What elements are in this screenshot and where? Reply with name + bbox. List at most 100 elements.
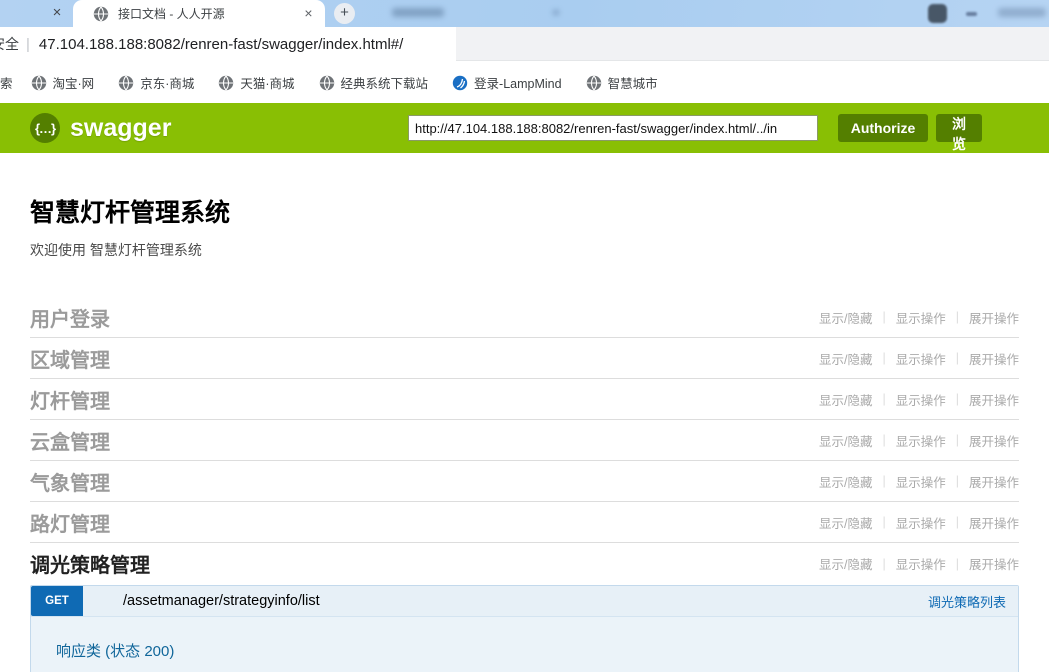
window-controls-blur <box>998 8 1046 17</box>
bookmark-label: 经典系统下载站 <box>341 73 429 92</box>
swagger-url-input[interactable] <box>408 115 818 141</box>
bookmark-partial[interactable]: 索 <box>0 73 13 92</box>
expand-operations-link[interactable]: 展开操作 <box>969 308 1019 327</box>
swagger-logo-icon: {…} <box>30 113 60 143</box>
operation-path[interactable]: /assetmanager/strategyinfo/list <box>123 593 928 609</box>
link-separator: | <box>882 557 885 571</box>
resource-links: 显示/隐藏 | 显示操作 | 展开操作 <box>819 308 1019 327</box>
resource-list: 用户登录 显示/隐藏 | 显示操作 | 展开操作 区域管理 显示/隐藏 | 显示操作 | 展开操… <box>30 297 1019 672</box>
swagger-content: 智慧灯杆管理系统 欢迎使用 智慧灯杆管理系统 用户登录 显示/隐藏|显示操作|展… <box>0 153 1049 672</box>
expand-operations-link[interactable]: 展开操作 <box>969 431 1019 450</box>
bookmark-globe-icon <box>319 75 335 91</box>
link-separator: | <box>956 310 959 324</box>
link-separator: | <box>882 310 885 324</box>
list-operations-link[interactable]: 显示操作 <box>896 390 946 409</box>
link-separator: | <box>882 351 885 365</box>
show-hide-link[interactable]: 显示/隐藏 <box>819 554 872 573</box>
show-hide-link[interactable]: 显示/隐藏 <box>819 513 872 532</box>
globe-favicon-icon <box>93 6 109 22</box>
blurred-dot <box>553 10 559 15</box>
bookmark-globe-icon <box>31 75 47 91</box>
tab-title: 接口文档 - 人人开源 <box>118 5 300 22</box>
operation-heading[interactable]: GET /assetmanager/strategyinfo/list 调光策略… <box>31 586 1018 616</box>
expand-operations-link[interactable]: 展开操作 <box>969 554 1019 573</box>
close-icon[interactable]: × <box>300 5 317 22</box>
swagger-header: {…} swagger Authorize 浏览 <box>0 103 1049 153</box>
resource-row-streetlight: 路灯管理 显示/隐藏 | 显示操作 | 展开操作 <box>30 502 1019 543</box>
response-class-heading[interactable]: 响应类 (状态 200) <box>56 640 1018 661</box>
link-separator: | <box>882 515 885 529</box>
show-hide-link[interactable]: 显示/隐藏 <box>819 308 872 327</box>
operation-summary-link[interactable]: 调光策略列表 <box>928 592 1006 611</box>
close-icon[interactable]: × <box>48 4 66 22</box>
link-separator: | <box>882 392 885 406</box>
list-operations-link[interactable]: 显示操作 <box>896 472 946 491</box>
resource-links: 显示/隐藏 | 显示操作 | 展开操作 <box>819 390 1019 409</box>
list-operations-link[interactable]: 显示操作 <box>896 308 946 327</box>
tab-api-doc[interactable]: 接口文档 - 人人开源 × <box>73 0 325 27</box>
list-operations-link[interactable]: 显示操作 <box>896 349 946 368</box>
resource-links: 显示/隐藏|显示操作|展开操作 <box>819 431 1019 450</box>
resource-title[interactable]: 用户登录 <box>30 303 110 332</box>
expand-operations-link[interactable]: 展开操作 <box>969 349 1019 368</box>
bookmark-globe-icon <box>586 75 602 91</box>
resource-title[interactable]: 云盒管理 <box>30 426 110 455</box>
show-hide-link[interactable]: 显示/隐藏 <box>819 349 872 368</box>
show-hide-link[interactable]: 显示/隐藏 <box>819 390 872 409</box>
show-hide-link[interactable]: 显示/隐藏 <box>819 431 872 450</box>
bookmark-tmall[interactable]: 天猫·商城 <box>218 73 294 92</box>
resource-title[interactable]: 气象管理 <box>30 467 110 496</box>
swagger-logo-text: swagger <box>70 114 171 143</box>
list-operations-link[interactable]: 显示操作 <box>896 554 946 573</box>
bookmark-label: 京东·商城 <box>140 73 194 92</box>
resource-links: 显示/隐藏 | 显示操作 | 展开操作 <box>819 554 1019 573</box>
address-url[interactable]: 47.104.188.188:8082/renren-fast/swagger/… <box>39 36 403 53</box>
lampmind-icon <box>452 75 468 91</box>
link-separator: | <box>956 474 959 488</box>
list-operations-link[interactable]: 显示操作 <box>896 431 946 450</box>
resource-row-lamppole: 灯杆管理 显示/隐藏 | 显示操作 | 展开操作 <box>30 379 1019 420</box>
swagger-logo[interactable]: {…} swagger <box>30 113 171 143</box>
bookmark-globe-icon <box>218 75 234 91</box>
bookmark-globe-icon <box>118 75 134 91</box>
minimize-icon[interactable] <box>966 12 977 16</box>
link-separator: | <box>956 433 959 447</box>
link-separator: | <box>956 392 959 406</box>
security-label: 安全 <box>0 34 19 54</box>
resource-title[interactable]: 区域管理 <box>30 344 110 373</box>
new-tab-icon[interactable]: + <box>334 3 355 24</box>
bookmark-smart-city[interactable]: 智慧城市 <box>586 73 658 92</box>
expand-operations-link[interactable]: 展开操作 <box>969 472 1019 491</box>
bookmark-lampmind[interactable]: 登录-LampMind <box>452 73 562 92</box>
bookmarks-bar: 索 淘宝·网 京东·商城 天猫·商城 经典系统下载站 登录-LampMind 智… <box>0 62 1049 103</box>
bookmark-label: 天猫·商城 <box>240 73 294 92</box>
address-bar[interactable]: 安全 | 47.104.188.188:8082/renren-fast/swa… <box>0 27 456 61</box>
bookmark-classic-download[interactable]: 经典系统下载站 <box>319 73 429 92</box>
bookmark-taobao[interactable]: 淘宝·网 <box>31 73 95 92</box>
show-hide-link[interactable]: 显示/隐藏 <box>819 472 872 491</box>
operation-content: 响应类 (状态 200) 返回调光策略列表 <box>31 616 1018 672</box>
operation-get-strategyinfo-list: GET /assetmanager/strategyinfo/list 调光策略… <box>30 585 1019 672</box>
resource-title[interactable]: 灯杆管理 <box>30 385 110 414</box>
authorize-button[interactable]: Authorize <box>838 114 928 142</box>
resource-title[interactable]: 调光策略管理 <box>30 549 150 578</box>
resource-row-weather: 气象管理 显示/隐藏 | 显示操作 | 展开操作 <box>30 461 1019 502</box>
resource-row-cloudbox: 云盒管理 显示/隐藏|显示操作|展开操作 <box>30 420 1019 461</box>
link-separator: | <box>956 557 959 571</box>
browser-window: × 接口文档 - 人人开源 × + 安全 | 47.104.188.188:80… <box>0 0 1049 672</box>
bookmark-label: 登录-LampMind <box>474 73 562 92</box>
bookmark-jd[interactable]: 京东·商城 <box>118 73 194 92</box>
tab-bar: × 接口文档 - 人人开源 × + <box>0 0 1049 27</box>
link-separator: | <box>956 515 959 529</box>
explore-button[interactable]: 浏览 <box>936 114 982 142</box>
list-operations-link[interactable]: 显示操作 <box>896 513 946 532</box>
expand-operations-link[interactable]: 展开操作 <box>969 390 1019 409</box>
resource-links: 显示/隐藏 | 显示操作 | 展开操作 <box>819 349 1019 368</box>
resource-title[interactable]: 路灯管理 <box>30 508 110 537</box>
link-separator: | <box>882 474 885 488</box>
resource-row-dimming-strategy: 调光策略管理 显示/隐藏 | 显示操作 | 展开操作 <box>30 543 1019 584</box>
extension-icon[interactable] <box>928 4 947 23</box>
expand-operations-link[interactable]: 展开操作 <box>969 513 1019 532</box>
link-separator: | <box>956 351 959 365</box>
resource-row-user-login: 用户登录 显示/隐藏 | 显示操作 | 展开操作 <box>30 297 1019 338</box>
